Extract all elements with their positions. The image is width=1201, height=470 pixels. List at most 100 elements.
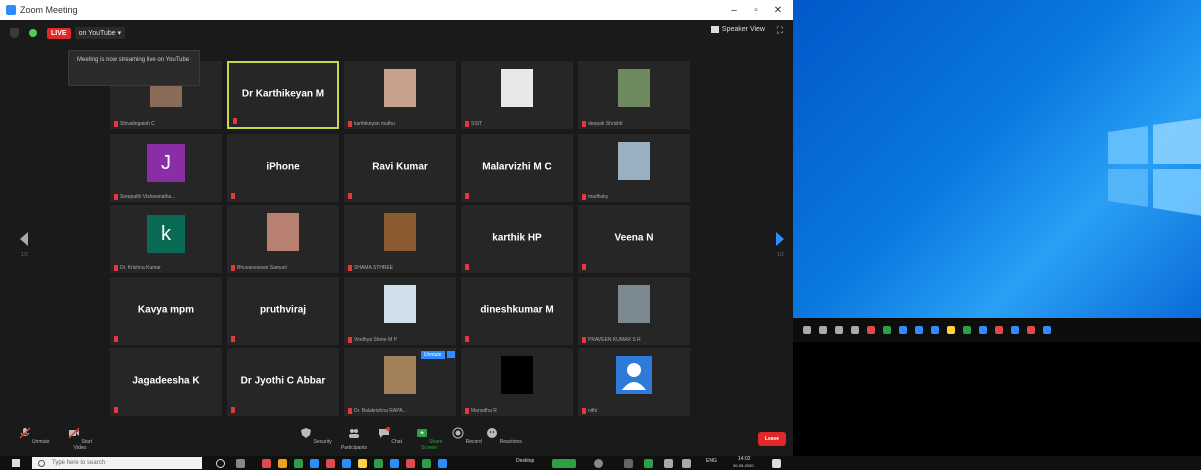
participants-button[interactable]: Participants (336, 425, 372, 451)
security-button[interactable]: Security (298, 425, 334, 445)
wifi-icon[interactable] (664, 459, 673, 468)
participant-tile[interactable]: J Sreepathi Vishwanatha... (110, 134, 222, 202)
clock-time[interactable]: 14:02 (738, 456, 751, 462)
next-page-arrow-icon[interactable] (776, 232, 784, 246)
task-view-icon[interactable] (236, 459, 245, 468)
muted-mic-icon (348, 337, 352, 343)
file-explorer-icon[interactable] (358, 459, 367, 468)
participant-photo (384, 356, 416, 394)
stream-target-button[interactable]: on YouTube ▾ (74, 27, 126, 39)
participant-tile[interactable]: karthik HP (461, 205, 573, 273)
shield-icon (301, 428, 312, 438)
volume-icon[interactable] (682, 459, 691, 468)
live-badge[interactable]: LIVE (47, 27, 71, 39)
share-screen-button[interactable]: Share Screen (411, 425, 447, 451)
language-indicator[interactable]: ENG (706, 458, 717, 464)
app-icon-6[interactable] (342, 459, 351, 468)
participant-photo (501, 69, 533, 107)
participant-tile[interactable]: Vindhya Shree M P (344, 277, 456, 345)
participant-tile[interactable]: pruthviraj (227, 277, 339, 345)
muted-mic-icon (465, 193, 469, 199)
participant-tile[interactable]: Dr Jyothi C Abbar (227, 348, 339, 416)
participant-tile[interactable]: SSIT (461, 61, 573, 129)
cortana-icon[interactable] (216, 459, 225, 468)
clock-date[interactable]: 30-09-2020 (733, 463, 753, 468)
app-icon-1[interactable] (262, 459, 271, 468)
participant-display-name: karthikeyan muthu (354, 121, 395, 127)
muted-mic-icon (348, 193, 352, 199)
mirrored-taskbar-icon (995, 326, 1003, 334)
participant-tile[interactable]: Kavya mpm (110, 277, 222, 345)
participant-tile[interactable]: nithi (578, 348, 690, 416)
chrome-icon[interactable] (422, 459, 431, 468)
prev-page-arrow-icon[interactable] (20, 232, 28, 246)
taskbar-search-input[interactable]: Type here to search (32, 457, 202, 469)
desktop-toolbar-label[interactable]: Desktop (516, 458, 534, 464)
participant-tile[interactable]: deepak Shrishti (578, 61, 690, 129)
leave-button[interactable]: Leave (758, 432, 786, 446)
muted-mic-icon (582, 194, 586, 200)
notification-icon[interactable] (772, 459, 781, 468)
muted-mic-icon (231, 265, 235, 271)
mic-muted-icon (19, 427, 31, 439)
app-icon-7[interactable] (374, 459, 383, 468)
unmute-popup-button[interactable]: Unmute (421, 351, 445, 359)
muted-mic-icon (348, 121, 352, 127)
participant-tile[interactable]: Manodha R (461, 348, 573, 416)
battery-indicator[interactable] (552, 459, 576, 468)
participant-label: deepak Shrishti (582, 121, 622, 127)
minimize-icon[interactable]: – (723, 0, 745, 20)
zoom-taskbar-icon[interactable] (438, 459, 447, 468)
tray-icon-2[interactable] (624, 459, 633, 468)
participant-label: Sreepathi Vishwanatha... (114, 194, 176, 200)
mirrored-taskbar-icon (963, 326, 971, 334)
maximize-icon[interactable]: ▫ (745, 0, 767, 20)
participant-name: Jagadeesha K (132, 375, 200, 387)
start-video-button[interactable]: Start Video (62, 425, 98, 451)
participant-tile[interactable]: PRAVEEN KUMAR S R (578, 277, 690, 345)
participant-label: madhuky (582, 194, 608, 200)
record-icon (452, 427, 464, 439)
reactions-button[interactable]: Reactions (486, 425, 522, 445)
record-button[interactable]: Record (449, 425, 485, 445)
participant-name: Dr Karthikeyan M (241, 88, 325, 100)
participant-tile[interactable]: Bhuvaneswari Samuel (227, 205, 339, 273)
tray-icon-3[interactable] (644, 459, 653, 468)
app-icon-3[interactable] (294, 459, 303, 468)
chat-button[interactable]: Chat (372, 425, 408, 445)
participant-tile[interactable]: Ravi Kumar (344, 134, 456, 202)
fullscreen-icon[interactable]: ⛶ (777, 25, 783, 36)
participant-tile[interactable]: madhuky (578, 134, 690, 202)
participant-tile[interactable]: Malarvizhi M C (461, 134, 573, 202)
participant-tile[interactable]: karthikeyan muthu (344, 61, 456, 129)
participant-tile[interactable]: k Dr. Krishna Kumar (110, 205, 222, 273)
participant-tile[interactable]: iPhone (227, 134, 339, 202)
participant-tile[interactable]: dineshkumar M (461, 277, 573, 345)
app-icon-9[interactable] (406, 459, 415, 468)
close-icon[interactable]: ✕ (767, 0, 789, 20)
app-icon-4[interactable] (310, 459, 319, 468)
participant-tile[interactable]: Veena N (578, 205, 690, 273)
app-icon-5[interactable] (326, 459, 335, 468)
muted-mic-icon (114, 265, 118, 271)
participant-label: PRAVEEN KUMAR S R (582, 337, 641, 343)
unmute-more-button[interactable] (447, 351, 455, 358)
muted-mic-icon (233, 118, 237, 124)
participant-name: karthik HP (492, 232, 542, 244)
mirrored-taskbar-icon (915, 326, 923, 334)
muted-mic-icon (582, 121, 586, 127)
app-icon-8[interactable] (390, 459, 399, 468)
shield-icon[interactable] (10, 28, 19, 38)
app-icon-2[interactable] (278, 459, 287, 468)
chat-icon (379, 427, 391, 438)
encryption-icon[interactable] (29, 29, 37, 37)
tray-icon-1[interactable] (594, 459, 603, 468)
speaker-view-button[interactable]: Speaker View (710, 26, 765, 33)
participant-tile[interactable]: Dr Karthikeyan M (227, 61, 339, 129)
search-icon (38, 460, 45, 467)
participant-tile[interactable]: SHAMA STHREE (344, 205, 456, 273)
windows-start-icon[interactable] (12, 459, 20, 467)
unmute-button[interactable]: Unmute (16, 425, 52, 445)
muted-mic-icon (465, 264, 469, 270)
participant-tile[interactable]: Jagadeesha K (110, 348, 222, 416)
